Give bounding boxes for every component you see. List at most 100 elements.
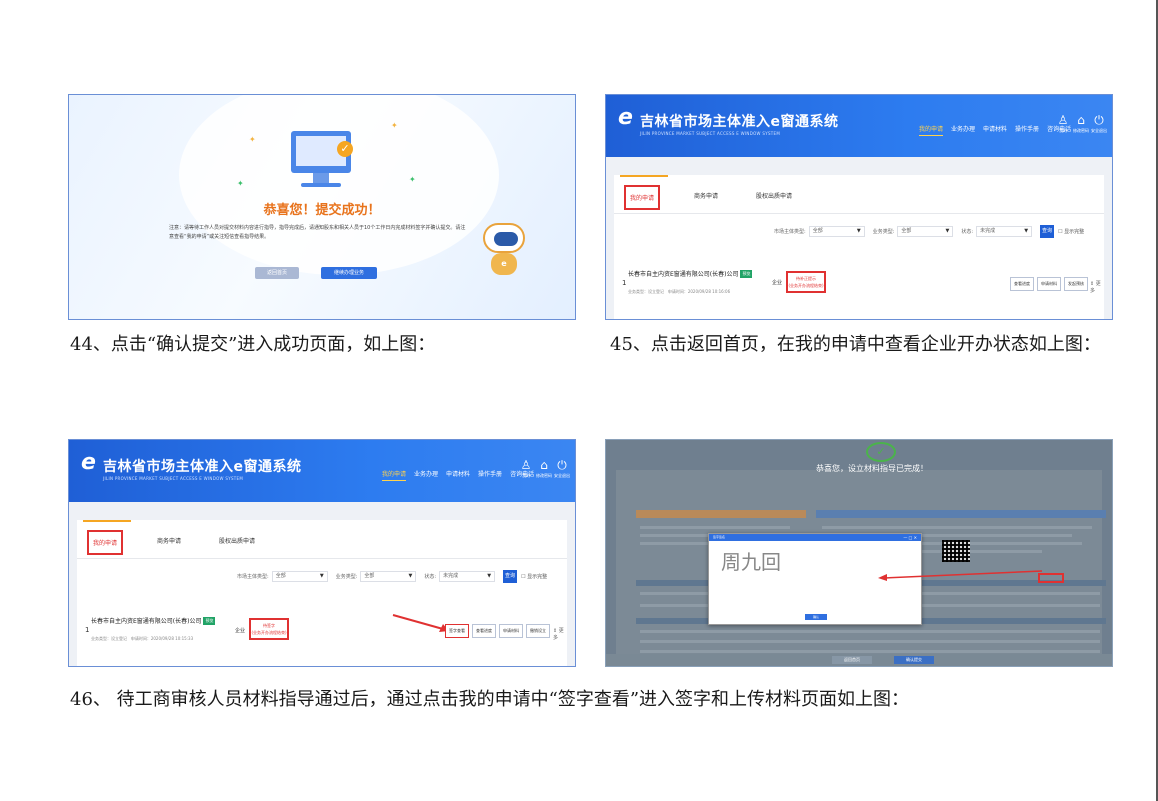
materials-button[interactable]: 申请材料: [499, 624, 523, 638]
row-type: 企业: [772, 280, 783, 286]
lock-icon[interactable]: ⌂ 修改密码: [1072, 113, 1090, 134]
search-button[interactable]: 查询: [1040, 225, 1055, 238]
view-progress-button[interactable]: 查看进度: [1010, 277, 1034, 291]
show-full-checkbox[interactable]: ☐ 显示完整: [521, 573, 547, 580]
filters: 市场主体类型: 全部 ▼ 业务类型: 全部 ▼ 状态: 未完成 ▼ 查询 ☐ 显示完整: [774, 225, 1084, 238]
user-icon[interactable]: ♙ 我的: [1054, 113, 1072, 134]
lock-icon[interactable]: ⌂ 修改密码: [535, 458, 553, 479]
screenshot-sign-view: e 吉林省市场主体准入e窗通系统 JILIN PROVINCE MARKET S…: [68, 439, 576, 667]
confirm-signature-button[interactable]: 确认: [805, 614, 827, 620]
system-subtitle: JILIN PROVINCE MARKET SUBJECT ACCESS E W…: [640, 131, 781, 136]
row-type: 企业: [235, 628, 246, 634]
system-header: e 吉林省市场主体准入e窗通系统 JILIN PROVINCE MARKET S…: [606, 95, 1112, 157]
pointer-arrow: [392, 614, 449, 632]
user-icon[interactable]: ♙ 我的: [517, 458, 535, 479]
chevron-down-icon: ▼: [487, 573, 492, 579]
status-select[interactable]: 未完成 ▼: [976, 226, 1033, 237]
screenshot-submit-success: ✦ ✦ ✦ ✦ ✓ 恭喜您！提交成功！ 注意：请等待工作人员对提交材料内容进行指…: [68, 94, 576, 320]
materials-button[interactable]: 申请材料: [1037, 277, 1061, 291]
tab-commerce[interactable]: 商务申请: [153, 530, 185, 555]
tab-my-applications[interactable]: 我的申请: [624, 185, 661, 210]
status-badge: 待补正提示 (业务开办流程结束): [786, 271, 826, 293]
robot-letter: e: [491, 253, 517, 275]
search-button[interactable]: 查询: [503, 570, 518, 583]
tab-my-applications[interactable]: 我的申请: [87, 530, 124, 555]
row-meta: 业务类型：设立登记 申请时间：2020/09/28 10:15:33: [91, 636, 194, 641]
tab-divider: [77, 558, 567, 559]
system-title: 吉林省市场主体准入e窗通系统: [103, 459, 302, 475]
success-title: 恭喜您！提交成功！: [263, 203, 381, 218]
pre-check-button[interactable]: 发起预核: [1064, 277, 1088, 291]
business-type-label: 业务类型:: [335, 574, 358, 580]
close-icon[interactable]: — □ ✕: [903, 534, 917, 541]
nav-business[interactable]: 业务办理: [414, 469, 438, 481]
row-meta: 业务类型：设立登记 申请时间：2020/09/28 10:16:06: [628, 289, 731, 294]
system-header: e 吉林省市场主体准入e窗通系统 JILIN PROVINCE MARKET S…: [69, 440, 575, 502]
chevron-down-icon: ▼: [1024, 228, 1029, 234]
tab-divider: [614, 213, 1104, 214]
monitor-stand: [313, 173, 329, 183]
handwritten-signature[interactable]: 周九回: [721, 546, 781, 575]
subject-type-select[interactable]: 全部 ▼: [808, 226, 865, 237]
back-home-button[interactable]: 返回首页: [832, 656, 872, 664]
caption-step-46: 46、 待工商审核人员材料指导通过后，通过点击我的申请中“签字查看”进入签字和上…: [70, 689, 910, 710]
continue-button[interactable]: 继续办理业务: [321, 267, 377, 279]
more-link[interactable]: ⇕ 更多: [1090, 280, 1104, 294]
status-badge: 待签字 (业务开办流程结束): [249, 618, 289, 640]
preview-badge[interactable]: 预览: [740, 270, 753, 278]
nav-my-applications[interactable]: 我的申请: [919, 124, 944, 136]
robot-mascot-icon: e: [481, 223, 527, 279]
nav-materials[interactable]: 申请材料: [983, 124, 1007, 136]
cancel-setup-button[interactable]: 撤销设立: [526, 624, 550, 638]
status-label: 状态:: [424, 574, 437, 580]
power-icon[interactable]: ⏻ 安全退出: [553, 458, 571, 479]
company-name[interactable]: 长春市自主内资E窗通有限公司(长春)公司 预览: [91, 616, 216, 625]
nav-my-applications[interactable]: 我的申请: [382, 469, 407, 481]
row-actions: 签字查看 查看进度 申请材料 撤销设立: [445, 624, 553, 638]
sparkle-icon: ✦: [249, 135, 256, 144]
sign-view-button[interactable]: 签字查看: [445, 624, 469, 638]
check-icon: ✓: [337, 141, 353, 157]
business-type-select[interactable]: 全部 ▼: [897, 226, 954, 237]
nav-materials[interactable]: 申请材料: [446, 469, 470, 481]
subject-type-select[interactable]: 全部 ▼: [271, 571, 328, 582]
sparkle-icon: ✦: [237, 179, 244, 188]
nav-business[interactable]: 业务办理: [951, 124, 975, 136]
tab-commerce[interactable]: 商务申请: [690, 185, 722, 210]
success-check-icon: ✓: [866, 442, 896, 462]
guidance-heading: 恭喜您，设立材料指导已完成！: [816, 464, 928, 473]
more-link[interactable]: ⇕ 更多: [553, 627, 567, 641]
screenshot-my-applications: e 吉林省市场主体准入e窗通系统 JILIN PROVINCE MARKET S…: [605, 94, 1113, 320]
back-home-button[interactable]: 返回首页: [255, 267, 299, 279]
chevron-down-icon: ▼: [408, 573, 413, 579]
view-progress-button[interactable]: 查看进度: [472, 624, 496, 638]
tabs: 我的申请 商务申请 股权出质申请: [87, 530, 289, 555]
action-bar: 返回首页 确认提交: [606, 654, 1112, 666]
caption-step-44: 44、点击“确认提交”进入成功页面，如上图：: [70, 334, 436, 355]
chevron-down-icon: ▼: [319, 573, 324, 579]
pointer-arrow: [878, 570, 1043, 581]
nav-manual[interactable]: 操作手册: [478, 469, 502, 481]
company-name[interactable]: 长春市自主内资E窗通有限公司(长春)公司 预览: [628, 269, 753, 278]
power-icon[interactable]: ⏻ 安全退出: [1090, 113, 1108, 134]
tab-equity-pledge[interactable]: 股权出质申请: [752, 185, 796, 210]
sparkle-icon: ✦: [409, 175, 416, 184]
status-select[interactable]: 未完成 ▼: [439, 571, 496, 582]
monitor-base: [301, 183, 341, 187]
system-title: 吉林省市场主体准入e窗通系统: [640, 114, 839, 130]
tab-equity-pledge[interactable]: 股权出质申请: [215, 530, 259, 555]
business-type-select[interactable]: 全部 ▼: [360, 571, 417, 582]
confirm-submit-button[interactable]: 确认提交: [894, 656, 934, 664]
dialog-title: 签字签名: [713, 535, 726, 539]
table-row: [640, 630, 1100, 633]
nav-manual[interactable]: 操作手册: [1015, 124, 1039, 136]
business-type-label: 业务类型:: [872, 229, 895, 235]
show-full-checkbox[interactable]: ☐ 显示完整: [1058, 228, 1084, 235]
success-note: 注意：请等待工作人员对提交材料内容进行指导，指导完成后，请通知股东和相关人员于1…: [169, 225, 466, 240]
tabs: 我的申请 商务申请 股权出质申请: [624, 185, 826, 210]
row-number: 1: [85, 626, 90, 634]
preview-badge[interactable]: 预览: [203, 617, 216, 625]
subject-type-label: 市场主体类型:: [237, 574, 269, 580]
step-text-line: [822, 526, 1092, 529]
applications-card: 我的申请 商务申请 股权出质申请 市场主体类型: 全部 ▼ 业务类型: 全部 ▼ 状…: [77, 520, 567, 666]
